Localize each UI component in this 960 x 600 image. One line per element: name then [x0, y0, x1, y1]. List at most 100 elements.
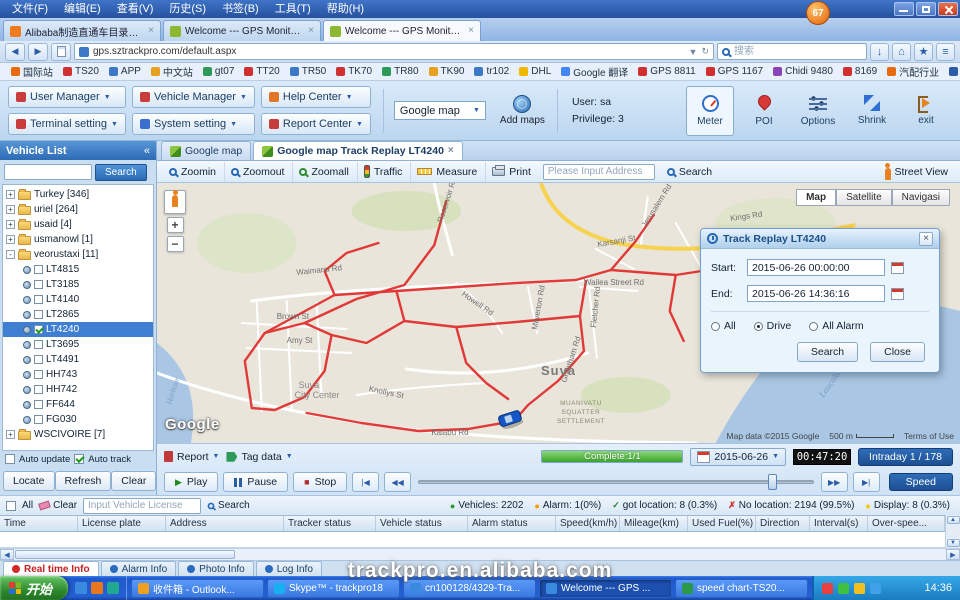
forward-button[interactable]: ▶ [28, 43, 48, 61]
horizontal-scrollbar[interactable]: ◀ ▶ [0, 548, 960, 560]
menu-item[interactable]: 历史(S) [161, 0, 214, 18]
sidebar-action-button[interactable]: Locate [3, 471, 55, 491]
maximize-button[interactable] [916, 2, 936, 16]
slider-handle[interactable] [768, 474, 777, 490]
menu-icon[interactable]: ≡ [936, 43, 955, 61]
tag-data-menu[interactable]: Tag data▼ [226, 451, 292, 463]
info-tab[interactable]: Log Info [256, 561, 322, 576]
header-tool-button[interactable]: Options [794, 86, 842, 136]
map-tab[interactable]: Google map Track Replay LT4240 × [253, 141, 463, 160]
tree-item[interactable]: LT2865 [3, 307, 153, 322]
vehicle-checkbox[interactable] [34, 385, 43, 394]
back-button[interactable]: ◀ [5, 43, 25, 61]
select-all-checkbox[interactable] [6, 501, 16, 511]
bookmark-item[interactable]: TT20 [239, 66, 284, 77]
vehicle-checkbox[interactable] [34, 415, 43, 424]
radio-option[interactable]: All Alarm [809, 320, 863, 332]
bookmark-item[interactable]: APP [104, 66, 146, 77]
vehicle-checkbox[interactable] [34, 265, 43, 274]
bookmark-item[interactable]: 中文站 [146, 64, 198, 79]
calendar-icon[interactable] [891, 288, 904, 300]
tab-close-icon[interactable]: × [468, 26, 474, 36]
measure-button[interactable]: Measure [410, 162, 483, 182]
tree-item[interactable]: + usaid [4] [3, 217, 153, 232]
tray-icon[interactable] [870, 583, 881, 594]
browser-tab[interactable]: Alibaba制造直通车目录——供... × [3, 20, 161, 41]
terms-link[interactable]: Terms of Use [904, 431, 954, 441]
tree-item[interactable]: + Turkey [346] [3, 187, 153, 202]
table-header-cell[interactable]: License plate [78, 516, 166, 531]
manager-menu-button[interactable]: Vehicle Manager ▼ [132, 86, 255, 108]
taskbar-task[interactable]: Skype™ - trackpro18 [267, 579, 400, 598]
auto-track-checkbox[interactable] [74, 454, 84, 464]
scroll-right-icon[interactable]: ▶ [946, 549, 960, 560]
print-button[interactable]: Print [485, 162, 537, 182]
scroll-left-icon[interactable]: ◀ [0, 549, 14, 560]
browser-search-input[interactable] [734, 45, 844, 58]
address-input[interactable] [543, 164, 655, 180]
bookmark-star-icon[interactable]: ★ [914, 43, 933, 61]
skip-forward-button[interactable]: ▶| [853, 472, 880, 492]
pause-button[interactable]: Pause [223, 472, 288, 492]
taskbar-task[interactable]: speed chart-TS20... [675, 579, 808, 598]
header-tool-button[interactable]: POI [740, 86, 788, 136]
dialog-close-button[interactable]: Close [870, 342, 925, 362]
vertical-scrollbar[interactable]: ▲ ▼ [945, 515, 960, 548]
speed-button[interactable]: Speed [889, 473, 953, 491]
table-header-cell[interactable]: Direction [756, 516, 810, 531]
scroll-down-icon[interactable]: ▼ [947, 539, 960, 547]
map-tab-close-icon[interactable]: × [448, 146, 454, 156]
slider-track[interactable] [418, 480, 813, 484]
manager-menu-button[interactable]: Help Center ▼ [261, 86, 371, 108]
status-search-button[interactable]: Search [207, 500, 250, 511]
bookmark-item[interactable]: GPS 1167 [701, 66, 768, 77]
end-datetime-input[interactable]: 2015-06-26 14:36:16 [747, 285, 885, 302]
tree-item[interactable]: HH743 [3, 367, 153, 382]
fast-forward-button[interactable]: ▶▶ [821, 472, 848, 492]
bookmark-item[interactable]: GPS 8811 [633, 66, 700, 77]
menu-item[interactable]: 帮助(H) [319, 0, 372, 18]
quick-launch-icon[interactable] [75, 582, 87, 594]
tree-item[interactable]: + usmanowl [1] [3, 232, 153, 247]
expand-toggle-icon[interactable]: + [6, 190, 15, 199]
zoom-out-control[interactable]: − [167, 236, 184, 252]
tree-item[interactable]: LT3695 [3, 337, 153, 352]
license-input[interactable] [83, 498, 201, 514]
zoom-in-control[interactable]: + [167, 217, 184, 233]
manager-menu-button[interactable]: Report Center ▼ [261, 113, 371, 135]
vehicle-checkbox[interactable] [34, 310, 43, 319]
browser-search-box[interactable] [717, 43, 867, 60]
zoom-all-button[interactable]: Zoomall [292, 162, 354, 182]
dialog-search-button[interactable]: Search [797, 342, 858, 362]
skip-back-button[interactable]: |◀ [352, 472, 379, 492]
vehicle-checkbox[interactable] [34, 325, 43, 334]
menu-item[interactable]: 查看(V) [109, 0, 162, 18]
tray-icon[interactable] [822, 583, 833, 594]
tree-item[interactable]: - veorustaxi [11] [3, 247, 153, 262]
menu-item[interactable]: 编辑(E) [56, 0, 109, 18]
table-header-cell[interactable]: Speed(km/h) [556, 516, 620, 531]
home-icon[interactable]: ⌂ [892, 43, 911, 61]
map-type-button[interactable]: Satellite [836, 189, 892, 206]
vehicle-checkbox[interactable] [34, 280, 43, 289]
scroll-up-icon[interactable]: ▲ [947, 516, 960, 524]
expand-toggle-icon[interactable]: + [6, 430, 15, 439]
tray-icon[interactable] [854, 583, 865, 594]
expand-toggle-icon[interactable]: - [6, 250, 15, 259]
table-header-cell[interactable]: Mileage(km) [620, 516, 688, 531]
tree-item[interactable]: + WSCIVOIRE [7] [3, 427, 153, 442]
tree-item[interactable]: LT4815 [3, 262, 153, 277]
sidebar-action-button[interactable]: Clear [111, 471, 156, 491]
taskbar-task[interactable]: 收件箱 - Outlook... [131, 579, 264, 598]
manager-menu-button[interactable]: User Manager ▼ [8, 86, 126, 108]
radio-option[interactable]: Drive [754, 320, 792, 332]
minimize-button[interactable] [894, 2, 914, 16]
table-header-cell[interactable]: Time [0, 516, 78, 531]
vehicle-checkbox[interactable] [34, 355, 43, 364]
bookmark-item[interactable]: tr102 [469, 66, 514, 77]
menu-item[interactable]: 工具(T) [267, 0, 319, 18]
vehicle-checkbox[interactable] [34, 295, 43, 304]
clear-button[interactable]: Clear [39, 500, 77, 511]
tree-item[interactable]: LT4140 [3, 292, 153, 307]
expand-toggle-icon[interactable]: + [6, 205, 15, 214]
